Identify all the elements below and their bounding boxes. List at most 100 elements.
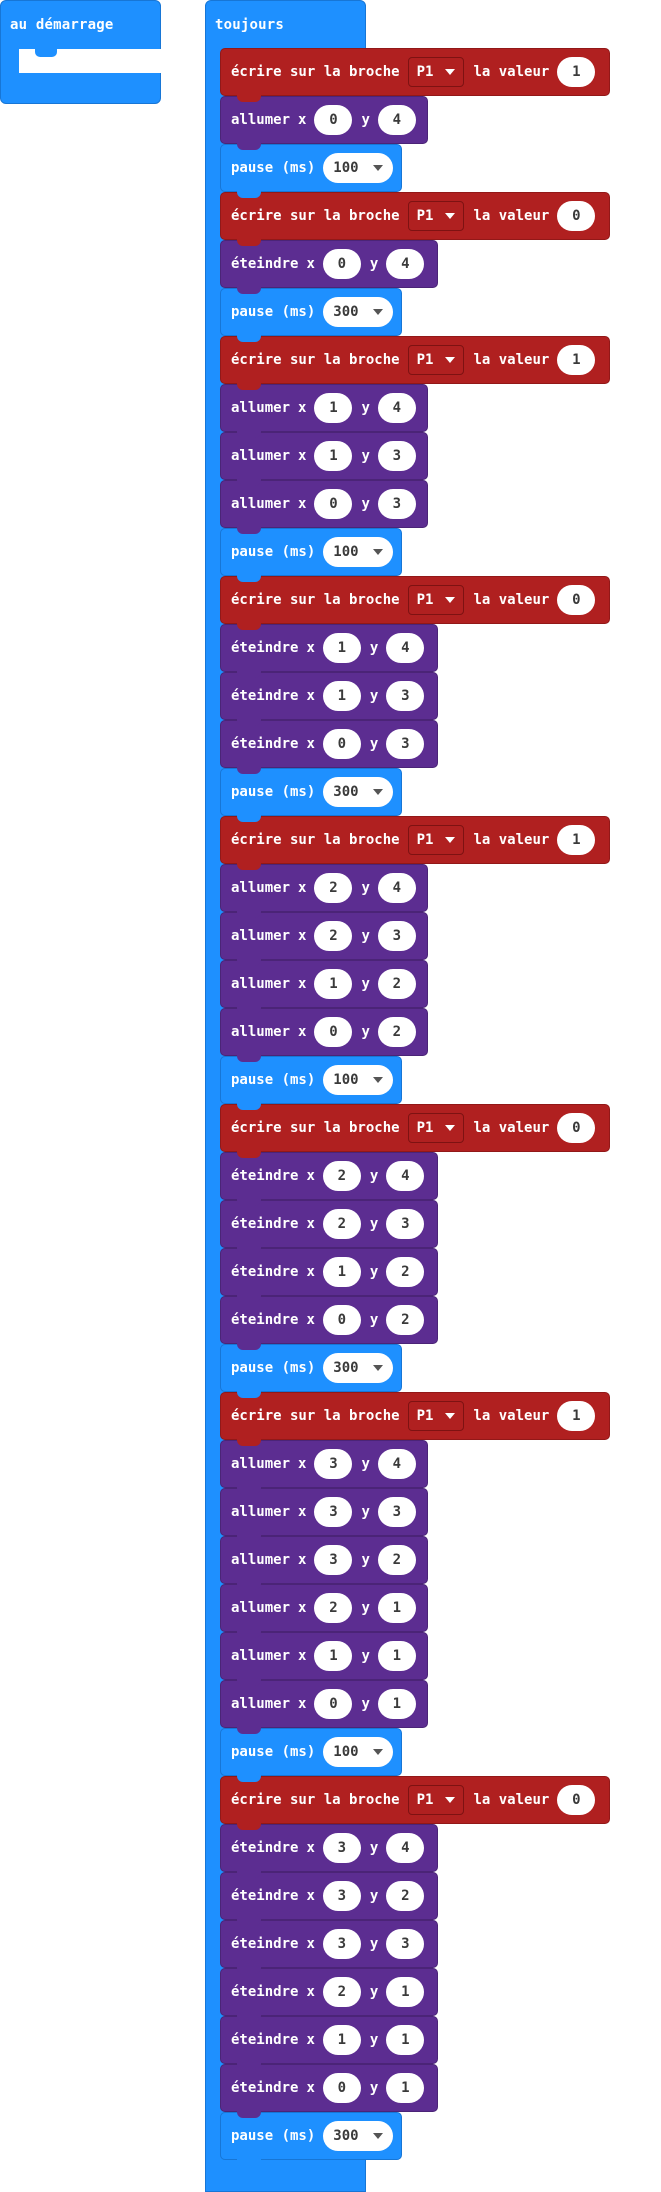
x-input[interactable]: 3 [322,1881,361,1911]
pause-block[interactable]: pause (ms) 100 [220,1056,402,1110]
unplot-block[interactable]: éteindre x 0 y 3 [220,720,438,774]
pause-duration-dropdown[interactable]: 100 [323,153,393,183]
unplot-block[interactable]: éteindre x 3 y 4 [220,1824,438,1878]
unplot-block[interactable]: éteindre x 3 y 2 [220,1872,438,1926]
x-input[interactable]: 1 [322,2025,361,2055]
plot-block[interactable]: allumer x 3 y 3 [220,1488,428,1542]
y-input[interactable]: 2 [377,1545,416,1575]
y-input[interactable]: 2 [386,1305,425,1335]
value-input[interactable]: 1 [557,345,596,375]
y-input[interactable]: 4 [377,393,416,423]
pin-dropdown[interactable]: P1 [407,825,465,855]
y-input[interactable]: 1 [377,1593,416,1623]
y-input[interactable]: 1 [386,2073,425,2103]
y-input[interactable]: 1 [377,1689,416,1719]
pin-dropdown[interactable]: P1 [407,57,465,87]
y-input[interactable]: 3 [386,681,425,711]
unplot-block[interactable]: éteindre x 2 y 3 [220,1200,438,1254]
workspace[interactable]: au démarrage toujours écrire sur la broc… [0,0,661,2192]
y-input[interactable]: 2 [386,1257,425,1287]
pause-duration-dropdown[interactable]: 100 [323,1065,393,1095]
x-input[interactable]: 0 [322,249,361,279]
y-input[interactable]: 1 [386,1977,425,2007]
y-input[interactable]: 1 [386,2025,425,2055]
pin-dropdown[interactable]: P1 [407,1113,465,1143]
unplot-block[interactable]: éteindre x 1 y 3 [220,672,438,726]
pause-block[interactable]: pause (ms) 300 [220,288,402,342]
unplot-block[interactable]: éteindre x 0 y 1 [220,2064,438,2118]
y-input[interactable]: 3 [377,489,416,519]
plot-block[interactable]: allumer x 2 y 1 [220,1584,428,1638]
x-input[interactable]: 3 [322,1833,361,1863]
pause-duration-dropdown[interactable]: 300 [323,1353,393,1383]
value-input[interactable]: 0 [557,1785,596,1815]
y-input[interactable]: 4 [377,873,416,903]
x-input[interactable]: 0 [314,105,353,135]
pin-dropdown[interactable]: P1 [407,1401,465,1431]
plot-block[interactable]: allumer x 1 y 4 [220,384,428,438]
x-input[interactable]: 0 [322,2073,361,2103]
write-block[interactable]: écrire sur la broche P1 la valeur 0 [220,1104,610,1158]
x-input[interactable]: 1 [322,1257,361,1287]
y-input[interactable]: 3 [386,1929,425,1959]
pin-dropdown[interactable]: P1 [407,201,465,231]
pause-block[interactable]: pause (ms) 100 [220,144,402,198]
x-input[interactable]: 3 [314,1449,353,1479]
x-input[interactable]: 0 [314,1689,353,1719]
pause-block[interactable]: pause (ms) 300 [220,768,402,822]
on-start-block[interactable]: au démarrage [0,0,162,104]
y-input[interactable]: 4 [377,105,416,135]
pin-dropdown[interactable]: P1 [407,345,465,375]
unplot-block[interactable]: éteindre x 1 y 1 [220,2016,438,2070]
unplot-block[interactable]: éteindre x 1 y 4 [220,624,438,678]
pause-block[interactable]: pause (ms) 100 [220,1728,402,1782]
y-input[interactable]: 2 [377,1017,416,1047]
y-input[interactable]: 3 [377,1497,416,1527]
unplot-block[interactable]: éteindre x 2 y 4 [220,1152,438,1206]
pin-dropdown[interactable]: P1 [407,1785,465,1815]
x-input[interactable]: 1 [314,393,353,423]
y-input[interactable]: 4 [386,633,425,663]
y-input[interactable]: 1 [377,1641,416,1671]
write-block[interactable]: écrire sur la broche P1 la valeur 1 [220,336,610,390]
y-input[interactable]: 4 [386,1833,425,1863]
pause-duration-dropdown[interactable]: 100 [323,1737,393,1767]
plot-block[interactable]: allumer x 0 y 1 [220,1680,428,1734]
unplot-block[interactable]: éteindre x 1 y 2 [220,1248,438,1302]
plot-block[interactable]: allumer x 1 y 3 [220,432,428,486]
x-input[interactable]: 3 [314,1545,353,1575]
unplot-block[interactable]: éteindre x 0 y 2 [220,1296,438,1350]
x-input[interactable]: 1 [314,441,353,471]
x-input[interactable]: 2 [314,921,353,951]
x-input[interactable]: 2 [322,1977,361,2007]
pin-dropdown[interactable]: P1 [407,585,465,615]
x-input[interactable]: 3 [322,1929,361,1959]
value-input[interactable]: 1 [557,1401,596,1431]
pause-block[interactable]: pause (ms) 100 [220,528,402,582]
y-input[interactable]: 3 [386,1209,425,1239]
pause-duration-dropdown[interactable]: 300 [323,297,393,327]
write-block[interactable]: écrire sur la broche P1 la valeur 0 [220,1776,610,1830]
plot-block[interactable]: allumer x 0 y 4 [220,96,428,150]
value-input[interactable]: 0 [557,201,596,231]
plot-block[interactable]: allumer x 3 y 2 [220,1536,428,1590]
write-block[interactable]: écrire sur la broche P1 la valeur 1 [220,48,610,102]
value-input[interactable]: 0 [557,585,596,615]
x-input[interactable]: 1 [322,681,361,711]
x-input[interactable]: 0 [322,729,361,759]
write-block[interactable]: écrire sur la broche P1 la valeur 1 [220,816,610,870]
value-input[interactable]: 1 [557,57,596,87]
unplot-block[interactable]: éteindre x 3 y 3 [220,1920,438,1974]
x-input[interactable]: 1 [322,633,361,663]
y-input[interactable]: 4 [386,249,425,279]
plot-block[interactable]: allumer x 0 y 2 [220,1008,428,1062]
x-input[interactable]: 2 [322,1161,361,1191]
y-input[interactable]: 4 [377,1449,416,1479]
x-input[interactable]: 2 [314,1593,353,1623]
pause-duration-dropdown[interactable]: 300 [323,777,393,807]
unplot-block[interactable]: éteindre x 2 y 1 [220,1968,438,2022]
y-input[interactable]: 3 [377,921,416,951]
y-input[interactable]: 3 [386,729,425,759]
y-input[interactable]: 4 [386,1161,425,1191]
x-input[interactable]: 2 [322,1209,361,1239]
